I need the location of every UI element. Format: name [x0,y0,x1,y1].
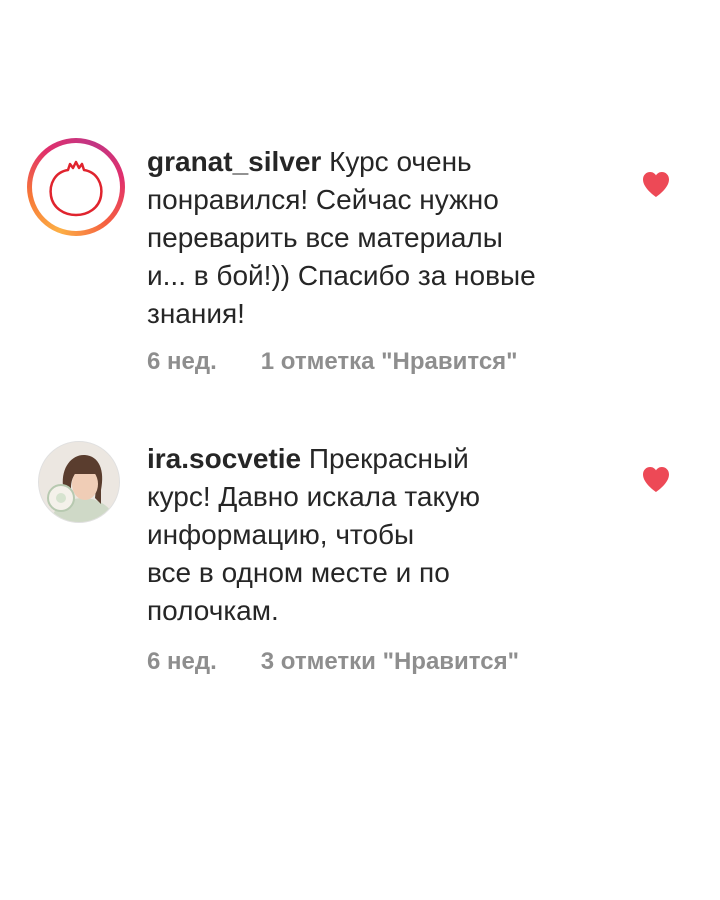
comment-likes-link[interactable]: 1 отметка "Нравится" [261,348,518,375]
comment-meta: 6 нед. 3 отметки "Нравится" [147,648,519,676]
profile-photo [39,442,119,522]
comment-timestamp: 6 нед. [147,348,217,375]
avatar[interactable] [27,138,125,236]
avatar[interactable] [38,441,120,523]
comment-username[interactable]: granat_silver [147,146,321,177]
heart-icon[interactable] [641,170,671,198]
comment-meta: 6 нед. 1 отметка "Нравится" [147,348,518,376]
pomegranate-logo-icon [49,160,103,217]
comment-likes-link[interactable]: 3 отметки "Нравится" [261,648,519,675]
comment-username[interactable]: ira.socvetie [147,443,301,474]
comment-body: ira.socvetie Прекрасный курс! Давно иска… [147,440,587,630]
comment-timestamp: 6 нед. [147,648,217,675]
heart-icon[interactable] [641,465,671,493]
comment-body: granat_silver Курс очень понравился! Сей… [147,143,587,333]
